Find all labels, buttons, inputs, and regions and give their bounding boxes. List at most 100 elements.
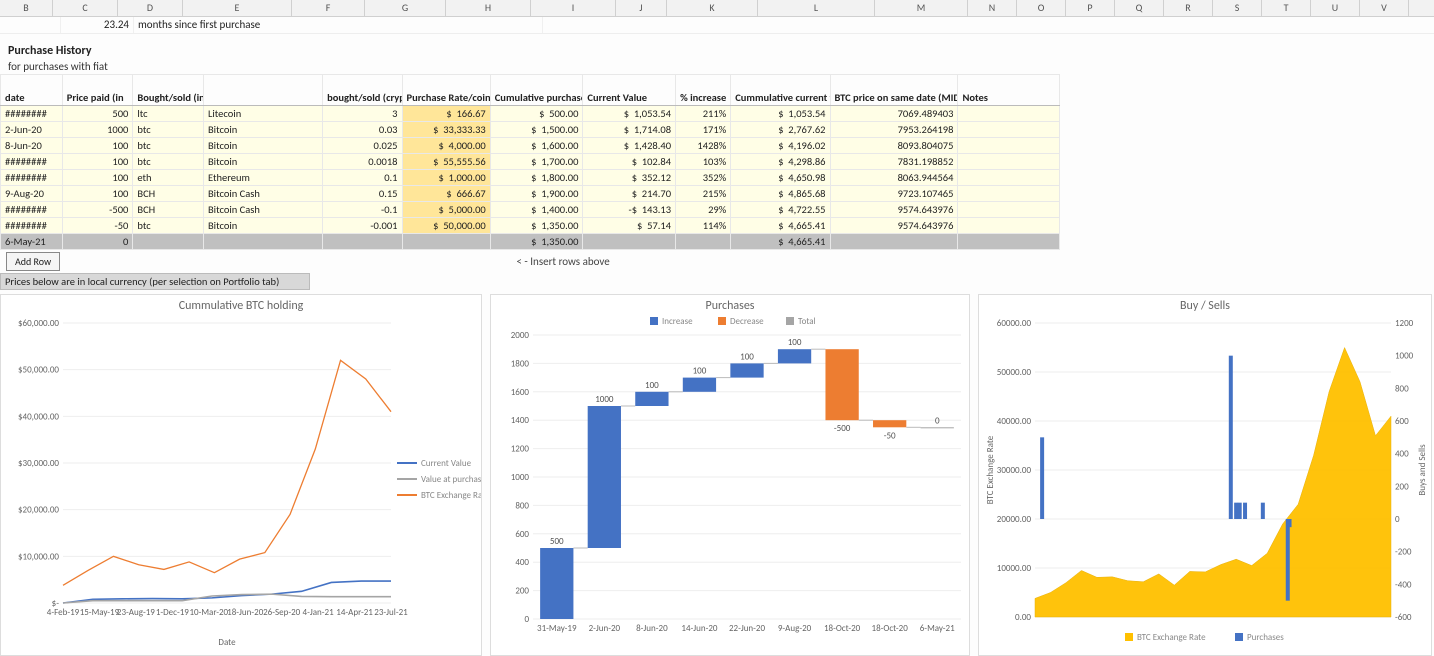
svg-text:50000.00: 50000.00: [997, 367, 1032, 378]
col-header-T[interactable]: T: [1262, 0, 1311, 16]
svg-text:$30,000.00: $30,000.00: [18, 458, 59, 469]
months-label: months since first purchase: [134, 17, 543, 33]
col-header-O[interactable]: O: [1017, 0, 1066, 16]
table-row[interactable]: ########500ltcLitecoin3$ 166.67$ 500.00$…: [1, 106, 1060, 122]
col-header[interactable]: Price paid (in: [62, 75, 133, 106]
svg-text:100: 100: [788, 337, 802, 348]
svg-text:0.00: 0.00: [1015, 612, 1031, 623]
svg-text:200: 200: [515, 586, 529, 597]
svg-text:BTC Exchange Rate: BTC Exchange Rate: [421, 490, 481, 501]
chart-purchases: Purchases IncreaseDecreaseTotal020040060…: [490, 294, 970, 656]
svg-text:1800: 1800: [511, 358, 530, 369]
svg-text:$50,000.00: $50,000.00: [18, 365, 59, 376]
table-row[interactable]: 8-Jun-20100btcBitcoin0.025$ 4,000.00$ 1,…: [1, 138, 1060, 154]
col-header[interactable]: bought/sold (crypto): [323, 75, 402, 106]
col-header-I[interactable]: I: [531, 0, 616, 16]
svg-text:23-Aug-19: 23-Aug-19: [117, 607, 155, 618]
col-header-K[interactable]: K: [667, 0, 758, 16]
svg-text:$10,000.00: $10,000.00: [18, 551, 59, 562]
col-header-U[interactable]: U: [1311, 0, 1360, 16]
insert-hint: < - Insert rows above: [66, 255, 1060, 268]
col-header[interactable]: Purchase Rate/coin: [402, 75, 490, 106]
svg-text:$20,000.00: $20,000.00: [18, 505, 59, 516]
svg-text:800: 800: [1395, 383, 1409, 394]
col-header[interactable]: Cummulative current value: [731, 75, 830, 106]
svg-text:4-Jan-21: 4-Jan-21: [303, 607, 335, 618]
svg-text:500: 500: [550, 536, 564, 547]
col-header-H[interactable]: H: [446, 0, 531, 16]
svg-text:60000.00: 60000.00: [997, 318, 1032, 329]
col-header-F[interactable]: F: [292, 0, 365, 16]
svg-text:10-Mar-20: 10-Mar-20: [189, 607, 228, 618]
col-header-E[interactable]: E: [183, 0, 292, 16]
svg-text:Buys and Sells: Buys and Sells: [1417, 444, 1428, 496]
totals-row[interactable]: 6-May-210$ 1,350.00$ 4,665.41: [1, 234, 1060, 250]
svg-text:1-Dec-19: 1-Dec-19: [156, 607, 189, 618]
col-header-Q[interactable]: Q: [1115, 0, 1164, 16]
svg-text:0: 0: [1395, 514, 1400, 525]
table-row[interactable]: 2-Jun-201000btcBitcoin0.03$ 33,333.33$ 1…: [1, 122, 1060, 138]
col-header[interactable]: Current Value: [583, 75, 676, 106]
svg-text:0: 0: [524, 614, 529, 625]
svg-text:$40,000.00: $40,000.00: [18, 411, 59, 422]
table-row[interactable]: ########100ethEthereum0.1$ 1,000.00$ 1,8…: [1, 170, 1060, 186]
svg-text:-50: -50: [884, 430, 896, 441]
table-row[interactable]: ########-500BCHBitcoin Cash-0.1$ 5,000.0…: [1, 202, 1060, 218]
table-row[interactable]: 9-Aug-20100BCHBitcoin Cash0.15$ 666.67$ …: [1, 186, 1060, 202]
svg-text:1000: 1000: [595, 394, 614, 405]
col-header-J[interactable]: J: [616, 0, 667, 16]
col-header[interactable]: Cumulative purchase value: [490, 75, 583, 106]
svg-text:400: 400: [515, 557, 529, 568]
svg-text:1000: 1000: [1395, 351, 1414, 362]
svg-text:Date: Date: [218, 637, 236, 648]
col-header-S[interactable]: S: [1213, 0, 1262, 16]
svg-text:-200: -200: [1395, 547, 1412, 558]
svg-text:1200: 1200: [511, 444, 530, 455]
chart-holding-title: Cummulative BTC holding: [1, 295, 481, 313]
chart-buysell: Buy / Sells 0.0010000.0020000.0030000.00…: [978, 294, 1432, 656]
column-ruler: BCDEFGHIJKLMNOPQRSTUV: [0, 0, 1434, 17]
svg-text:26-Sep-20: 26-Sep-20: [263, 607, 301, 618]
col-header-C[interactable]: C: [53, 0, 118, 16]
svg-text:400: 400: [1395, 449, 1409, 460]
svg-text:Value at purchase date: Value at purchase date: [421, 474, 481, 485]
col-header[interactable]: [203, 75, 322, 106]
col-header-R[interactable]: R: [1164, 0, 1213, 16]
col-header-N[interactable]: N: [968, 0, 1017, 16]
col-header-V[interactable]: V: [1360, 0, 1409, 16]
col-header-P[interactable]: P: [1066, 0, 1115, 16]
svg-text:$60,000.00: $60,000.00: [18, 318, 59, 329]
svg-text:20000.00: 20000.00: [997, 514, 1032, 525]
section-subtitle: for purchases with fiat: [0, 60, 1434, 74]
col-header-G[interactable]: G: [365, 0, 446, 16]
svg-text:18-Jun-20: 18-Jun-20: [227, 607, 264, 618]
svg-text:600: 600: [1395, 416, 1409, 427]
svg-text:1400: 1400: [511, 415, 530, 426]
col-header-M[interactable]: M: [875, 0, 968, 16]
svg-text:Purchases: Purchases: [1247, 632, 1284, 643]
purchase-table[interactable]: datePrice paid (inBought/sold (insert ti…: [0, 74, 1060, 250]
months-value[interactable]: 23.24: [61, 17, 134, 33]
chart-purchases-title: Purchases: [491, 295, 969, 313]
col-header[interactable]: % increase: [676, 75, 731, 106]
svg-text:200: 200: [1395, 481, 1409, 492]
svg-text:Increase: Increase: [662, 316, 693, 327]
col-header[interactable]: Bought/sold (insert ticker: [133, 75, 204, 106]
svg-text:100: 100: [693, 366, 707, 377]
col-header-B[interactable]: B: [0, 0, 53, 16]
table-row[interactable]: ########100btcBitcoin0.0018$ 55,555.56$ …: [1, 154, 1060, 170]
months-row: 23.24 months since first purchase: [0, 17, 1434, 34]
svg-text:4-Feb-19: 4-Feb-19: [47, 607, 80, 618]
svg-text:-500: -500: [834, 423, 851, 434]
svg-text:100: 100: [740, 351, 754, 362]
svg-text:1200: 1200: [1395, 318, 1414, 329]
add-row-button[interactable]: Add Row: [6, 252, 60, 271]
table-row[interactable]: ########-50btcBitcoin-0.001$ 50,000.00$ …: [1, 218, 1060, 234]
svg-text:-600: -600: [1395, 612, 1412, 623]
col-header[interactable]: Notes: [958, 75, 1060, 106]
col-header-L[interactable]: L: [758, 0, 875, 16]
svg-text:40000.00: 40000.00: [997, 416, 1032, 427]
col-header[interactable]: date: [1, 75, 63, 106]
col-header[interactable]: BTC price on same date (MID): [830, 75, 958, 106]
col-header-D[interactable]: D: [118, 0, 183, 16]
